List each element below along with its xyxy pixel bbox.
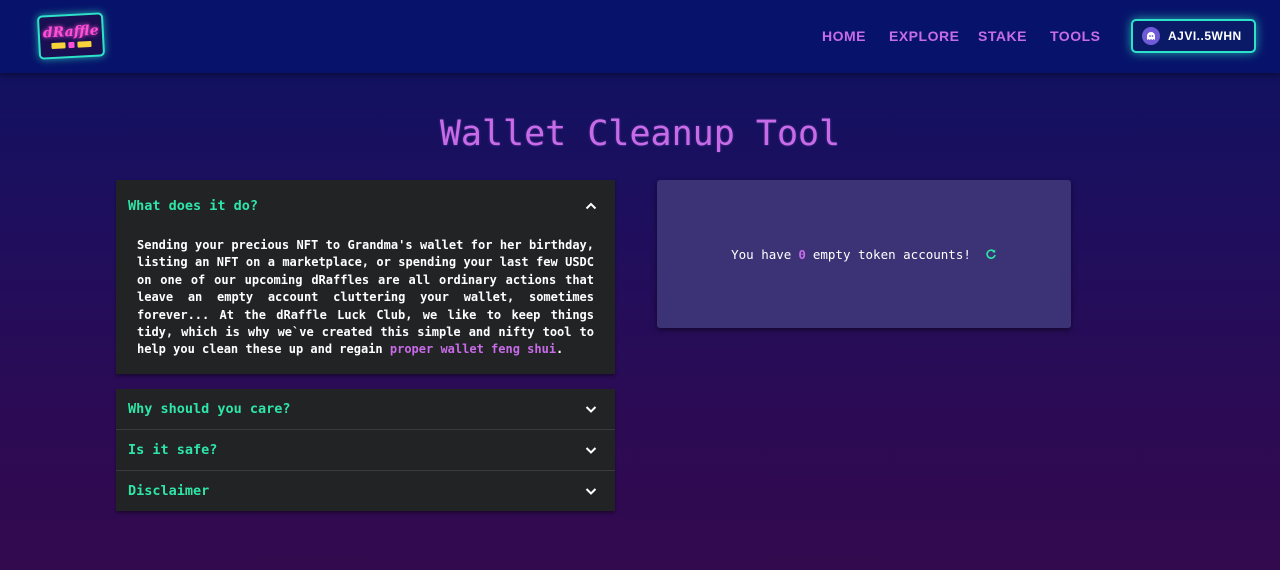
nav-explore-link[interactable]: EXPLORE xyxy=(889,28,959,44)
accordion-title: What does it do? xyxy=(128,198,259,214)
empty-account-count: 0 xyxy=(798,246,806,262)
refresh-icon[interactable] xyxy=(985,248,997,260)
accordion-body: Sending your precious NFT to Grandma's w… xyxy=(137,238,594,357)
accordion-header-what-does-it-do[interactable]: What does it do? xyxy=(116,180,615,232)
chevron-down-icon xyxy=(585,488,597,495)
chevron-down-icon xyxy=(585,406,597,413)
status-suffix: empty token accounts! xyxy=(812,246,971,262)
faq-accordion: What does it do? Sending your precious N… xyxy=(116,180,615,374)
page-title: Wallet Cleanup Tool xyxy=(439,114,841,154)
accordion-title: Why should you care? xyxy=(128,401,291,417)
wallet-button[interactable]: AJVI..5WHN xyxy=(1131,19,1256,53)
accordion-header-is-it-safe[interactable]: Is it safe? xyxy=(116,430,615,470)
token-accounts-card: You have 0 empty token accounts! xyxy=(657,180,1071,328)
accordion-title: Disclaimer xyxy=(128,483,210,499)
nav-home-link[interactable]: HOME xyxy=(822,28,866,44)
accordion-item-what-does-it-do: What does it do? Sending your precious N… xyxy=(116,180,615,374)
accordion-item-is-it-safe: Is it safe? xyxy=(116,429,615,470)
ghost-avatar-icon xyxy=(1142,27,1160,45)
nav-stake-link[interactable]: STAKE xyxy=(978,28,1027,44)
wallet-address: AJVI..5WHN xyxy=(1168,29,1242,43)
accordion-item-why-care: Why should you care? xyxy=(116,389,615,429)
feng-shui-link[interactable]: proper wallet feng shui xyxy=(390,342,556,356)
accordion-title: Is it safe? xyxy=(128,442,218,458)
faq-accordion-collapsed: Why should you care? Is it safe? Disclai… xyxy=(116,389,615,511)
chevron-down-icon xyxy=(585,447,597,454)
status-prefix: You have xyxy=(731,246,792,262)
nav-tools-link[interactable]: TOOLS xyxy=(1050,28,1100,44)
accordion-header-disclaimer[interactable]: Disclaimer xyxy=(116,471,615,511)
accordion-item-disclaimer: Disclaimer xyxy=(116,470,615,511)
top-navbar: dRaffle HOME EXPLORE STAKE TOOLS AJVI..5… xyxy=(0,0,1280,73)
draffle-logo-icon[interactable]: dRaffle xyxy=(36,12,106,60)
accordion-header-why-care[interactable]: Why should you care? xyxy=(116,389,615,429)
chevron-up-icon xyxy=(585,202,597,210)
